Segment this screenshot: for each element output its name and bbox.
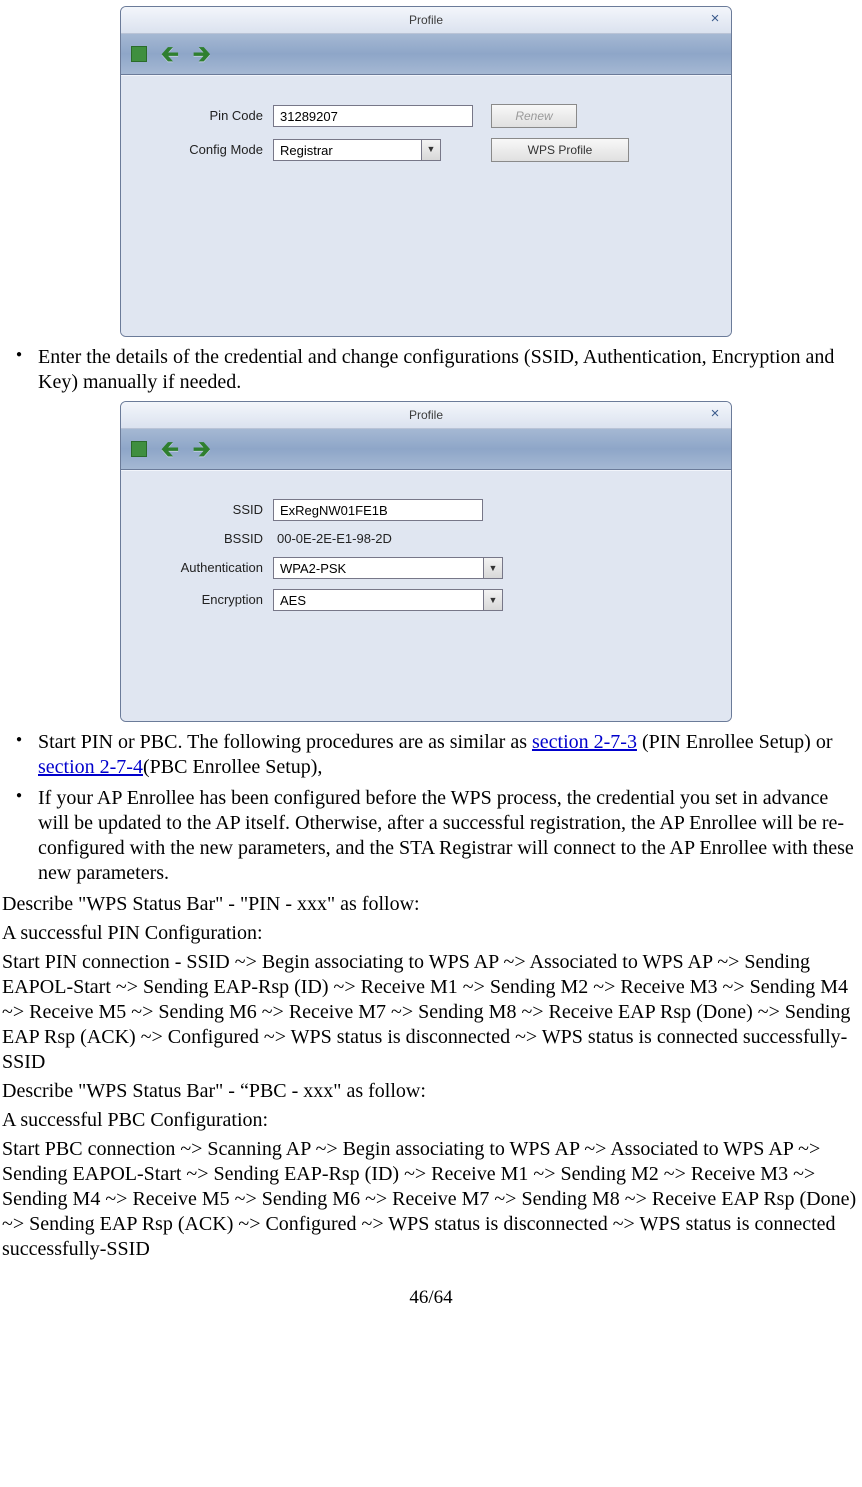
profile-dialog-2: Profile × 🡰 🡲 SSID BSSID 00-0E-2E-E1-98-… [120,401,862,722]
profile-dialog-1: Profile × 🡰 🡲 Pin Code Renew Config Mode [120,6,862,337]
back-arrow-icon[interactable]: 🡰 [161,435,179,463]
config-mode-dropdown[interactable]: ▼ [273,139,441,161]
config-mode-value[interactable] [273,139,421,161]
back-arrow-icon[interactable]: 🡰 [161,40,179,68]
link-section-2-7-4[interactable]: section 2-7-4 [38,756,143,778]
wps-profile-button[interactable]: WPS Profile [491,138,629,162]
bullet2-b: (PIN Enrollee Setup) or [637,731,833,753]
dialog1-title: Profile [409,13,443,28]
ssid-label: SSID [133,502,273,518]
auth-value[interactable] [273,557,483,579]
link-section-2-7-3[interactable]: section 2-7-3 [532,731,637,753]
dialog2-title: Profile [409,408,443,423]
enc-value[interactable] [273,589,483,611]
bullet2-c: (PBC Enrollee Setup), [143,756,322,778]
dialog1-toolbar: 🡰 🡲 [121,34,731,75]
para-1: Describe "WPS Status Bar" - "PIN - xxx" … [0,892,862,917]
dialog1-form: Pin Code Renew Config Mode ▼ WPS Profile [121,75,731,336]
auth-dropdown[interactable]: ▼ [273,557,503,579]
para-2: A successful PIN Configuration: [0,921,862,946]
bssid-value: 00-0E-2E-E1-98-2D [273,531,392,547]
forward-arrow-icon[interactable]: 🡲 [193,40,211,68]
chevron-down-icon[interactable]: ▼ [483,557,503,579]
enc-dropdown[interactable]: ▼ [273,589,503,611]
bullet-text-2: Start PIN or PBC. The following procedur… [2,730,860,780]
close-icon[interactable]: × [707,11,723,27]
para-4: Describe "WPS Status Bar" - “PBC - xxx" … [0,1079,862,1104]
para-5: A successful PBC Configuration: [0,1108,862,1133]
dialog2-form: SSID BSSID 00-0E-2E-E1-98-2D Authenticat… [121,470,731,721]
pin-code-input[interactable] [273,105,473,127]
config-mode-label: Config Mode [133,142,273,158]
dialog2-toolbar: 🡰 🡲 [121,429,731,470]
close-icon[interactable]: × [707,406,723,422]
chevron-down-icon[interactable]: ▼ [483,589,503,611]
auth-label: Authentication [133,560,273,576]
stop-icon[interactable] [131,441,147,457]
dialog2-titlebar: Profile × [121,402,731,429]
stop-icon[interactable] [131,46,147,62]
para-3: Start PIN connection - SSID ~> Begin ass… [0,950,862,1075]
dialog1-titlebar: Profile × [121,7,731,34]
chevron-down-icon[interactable]: ▼ [421,139,441,161]
forward-arrow-icon[interactable]: 🡲 [193,435,211,463]
bullet-text-1: Enter the details of the credential and … [2,345,860,395]
ssid-input[interactable] [273,499,483,521]
page-number: 46/64 [0,1286,862,1310]
bullet-text-3: If your AP Enrollee has been configured … [2,786,860,886]
para-6: Start PBC connection ~> Scanning AP ~> B… [0,1137,862,1262]
bssid-label: BSSID [133,531,273,547]
enc-label: Encryption [133,592,273,608]
renew-button[interactable]: Renew [491,104,577,128]
pin-code-label: Pin Code [133,108,273,124]
bullet2-a: Start PIN or PBC. The following procedur… [38,731,532,753]
